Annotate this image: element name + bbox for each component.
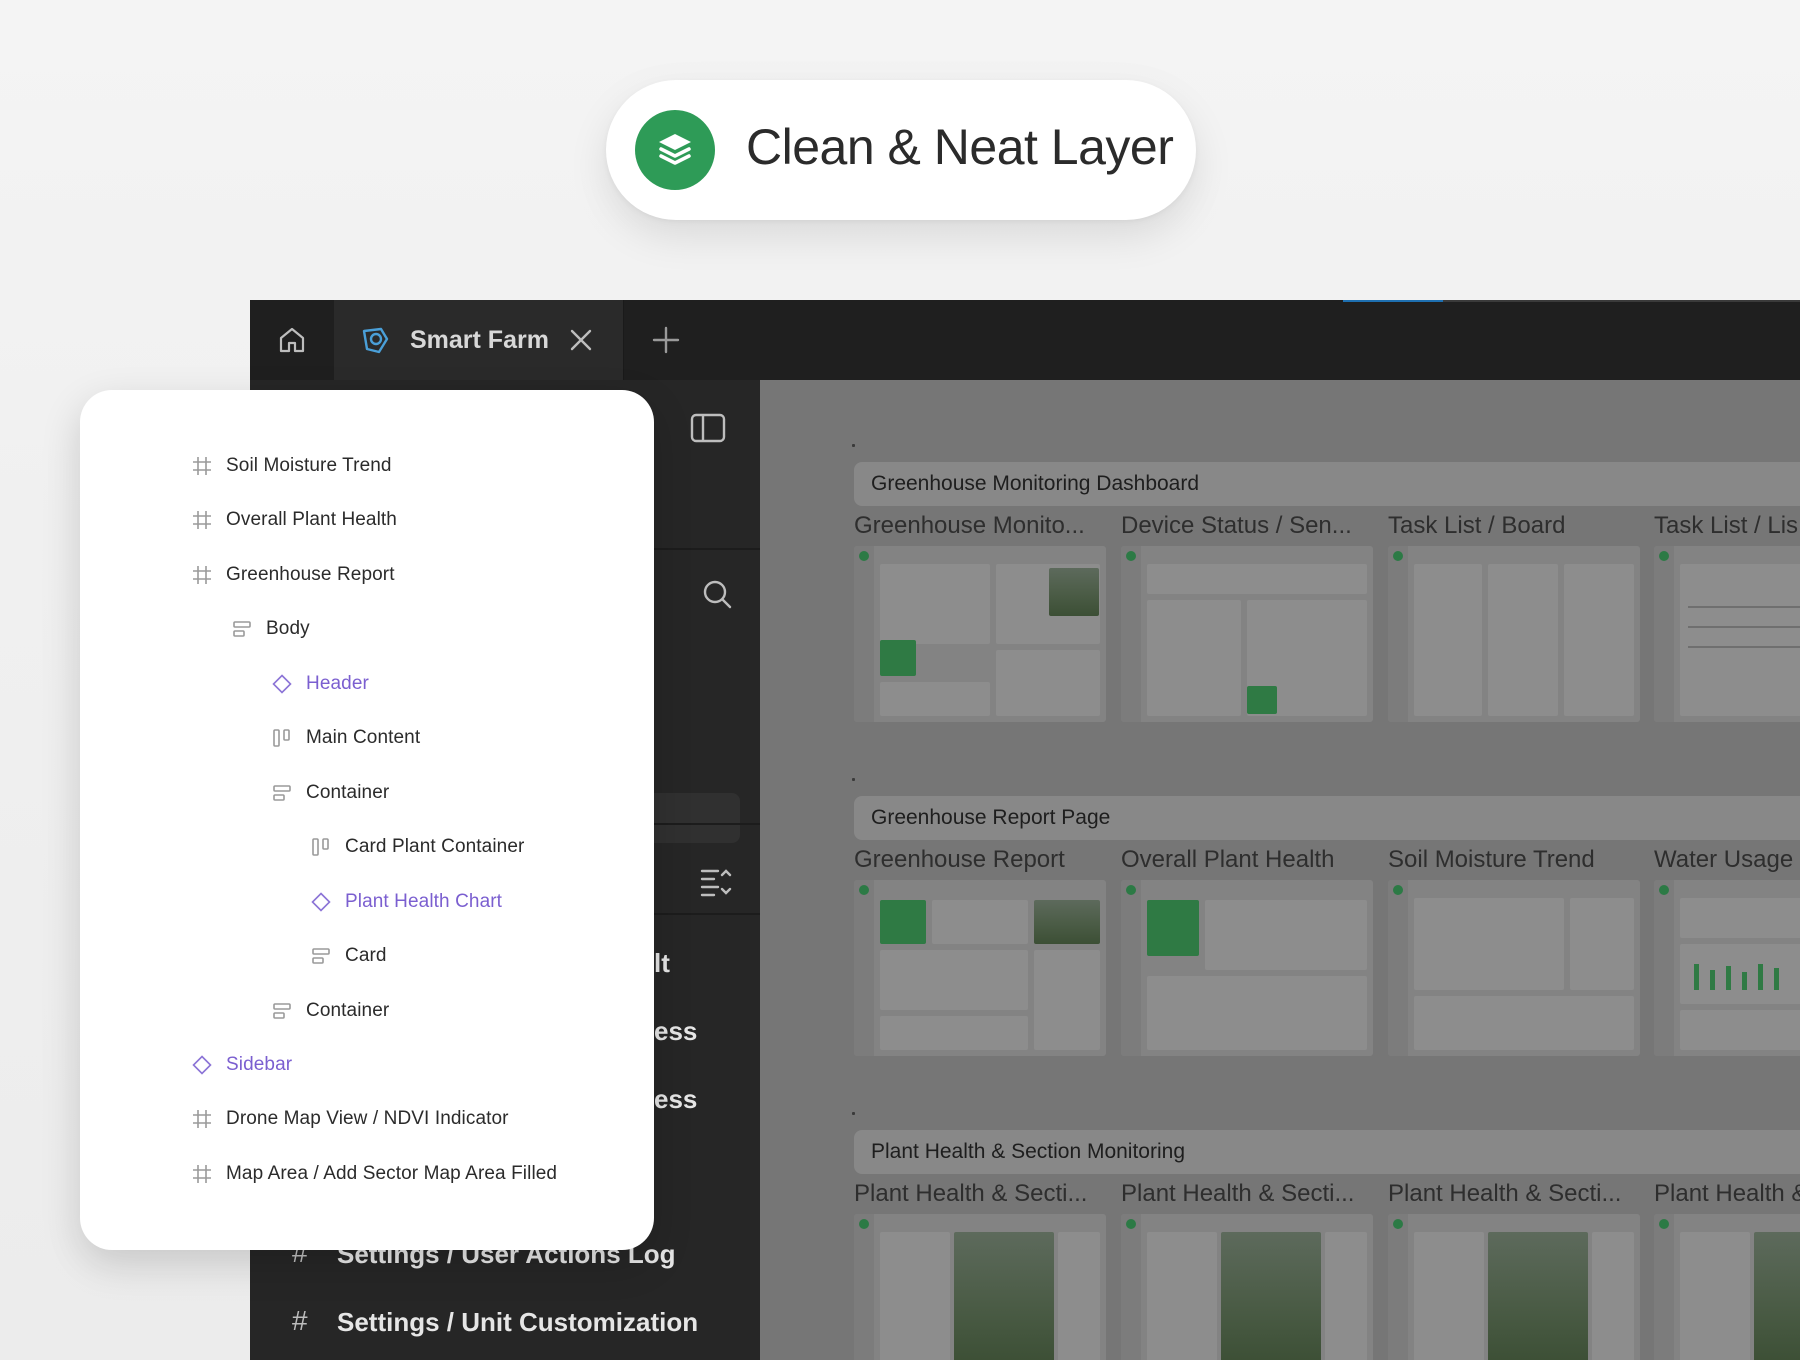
tab-label: Smart Farm	[410, 326, 549, 354]
close-icon[interactable]	[568, 327, 594, 353]
layer-greenhouse-report[interactable]: Greenhouse Report	[192, 558, 395, 592]
home-icon	[279, 327, 305, 353]
frame-label[interactable]: Greenhouse Monito...	[854, 512, 1104, 540]
frame-label[interactable]: Water Usage	[1654, 846, 1800, 874]
frame-thumbnail[interactable]	[854, 880, 1106, 1056]
layers-panel: Soil Moisture Trend Overall Plant Health…	[80, 390, 654, 1250]
frame-thumbnail[interactable]	[1388, 880, 1640, 1056]
frame-label[interactable]: Task List / Lis	[1654, 512, 1800, 540]
layer-label: Main Content	[306, 727, 421, 748]
frame-label[interactable]: Overall Plant Health	[1121, 846, 1371, 874]
page-row[interactable]: Settings / Unit Customization	[337, 1307, 698, 1338]
layer-container[interactable]: Container	[272, 776, 389, 810]
layer-drone-map-view[interactable]: Drone Map View / NDVI Indicator	[192, 1102, 509, 1136]
layer-plant-health-chart[interactable]: Plant Health Chart	[311, 885, 502, 919]
layer-label: Drone Map View / NDVI Indicator	[226, 1108, 509, 1129]
frame-label[interactable]: Task List / Board	[1388, 512, 1638, 540]
layer-overall-plant-health[interactable]: Overall Plant Health	[192, 503, 397, 537]
leaf-icon	[362, 327, 389, 354]
frame-label[interactable]: Soil Moisture Trend	[1388, 846, 1638, 874]
layer-label: Card Plant Container	[345, 836, 525, 857]
frame-icon	[193, 1110, 211, 1128]
section-header[interactable]: Greenhouse Monitoring Dashboard	[854, 462, 1800, 506]
layer-card[interactable]: Card	[311, 939, 387, 973]
layer-label: Card	[345, 945, 387, 966]
section-header[interactable]: Greenhouse Report Page	[854, 796, 1800, 840]
section-anchor	[852, 444, 855, 447]
layers-icon	[635, 110, 715, 190]
tab-smart-farm[interactable]: Smart Farm	[334, 300, 624, 380]
hash-icon: #	[292, 1305, 308, 1336]
component-icon	[272, 674, 292, 694]
layer-label: Sidebar	[226, 1054, 293, 1075]
frame-icon	[193, 511, 211, 529]
layer-sidebar[interactable]: Sidebar	[192, 1048, 292, 1082]
stack-layout-icon	[233, 621, 251, 637]
frame-icon	[193, 566, 211, 584]
frame-thumbnail[interactable]	[854, 546, 1106, 722]
layer-container[interactable]: Container	[272, 994, 389, 1028]
layer-label: Map Area / Add Sector Map Area Filled	[226, 1163, 558, 1184]
stack-layout-icon	[273, 1003, 291, 1019]
stack-layout-icon	[273, 785, 291, 801]
frame-icon	[193, 457, 211, 475]
layer-label: Header	[306, 673, 369, 694]
component-icon	[192, 1055, 212, 1075]
frame-thumbnail[interactable]	[1654, 546, 1800, 722]
feature-badge: Clean & Neat Layer	[606, 80, 1196, 220]
layer-header[interactable]: Header	[272, 667, 369, 701]
frame-thumbnail[interactable]	[1654, 880, 1800, 1056]
layer-main-content[interactable]: Main Content	[272, 721, 420, 755]
columns-layout-icon	[312, 838, 329, 856]
frame-icon	[193, 1165, 211, 1183]
tab-bar: Smart Farm	[250, 300, 1800, 380]
page-row-partial[interactable]: lt	[654, 948, 670, 979]
plus-icon[interactable]	[650, 324, 682, 356]
section-anchor	[852, 1112, 855, 1115]
component-icon	[311, 892, 331, 912]
frame-label[interactable]: Plant Health & Secti...	[1388, 1180, 1638, 1208]
sidebar-icon[interactable]	[690, 413, 726, 443]
tab-home[interactable]	[250, 300, 334, 380]
layer-body[interactable]: Body	[232, 612, 310, 646]
loading-progress	[1343, 300, 1800, 302]
frame-label[interactable]: Plant Health &	[1654, 1180, 1800, 1208]
layer-label: Overall Plant Health	[226, 509, 397, 530]
collapse-list-icon[interactable]	[700, 867, 732, 897]
page-row-partial[interactable]: ess	[654, 1084, 697, 1115]
frame-thumbnail[interactable]	[1654, 1214, 1800, 1360]
stack-layout-icon	[312, 948, 330, 964]
section-header[interactable]: Plant Health & Section Monitoring	[854, 1130, 1800, 1174]
frame-label[interactable]: Plant Health & Secti...	[1121, 1180, 1371, 1208]
section-anchor	[852, 778, 855, 781]
design-canvas[interactable]: Greenhouse Monitoring Dashboard Greenhou…	[760, 380, 1800, 1360]
layer-label: Greenhouse Report	[226, 564, 395, 585]
columns-layout-icon	[273, 729, 290, 747]
frame-thumbnail[interactable]	[1388, 1214, 1640, 1360]
layer-label: Container	[306, 782, 390, 803]
frame-thumbnail[interactable]	[1121, 880, 1373, 1056]
layer-label: Body	[266, 618, 310, 639]
frame-label[interactable]: Greenhouse Report	[854, 846, 1104, 874]
search-icon[interactable]	[701, 578, 733, 610]
frame-thumbnail[interactable]	[854, 1214, 1106, 1360]
frame-label[interactable]: Plant Health & Secti...	[854, 1180, 1104, 1208]
layer-label: Container	[306, 1000, 390, 1021]
badge-title: Clean & Neat Layer	[746, 119, 1174, 175]
layer-card-plant-container[interactable]: Card Plant Container	[311, 830, 524, 864]
page-row-partial[interactable]: ess	[654, 1016, 697, 1047]
frame-thumbnail[interactable]	[1121, 546, 1373, 722]
frame-thumbnail[interactable]	[1388, 546, 1640, 722]
layer-label: Soil Moisture Trend	[226, 455, 392, 476]
layer-soil-moisture-trend[interactable]: Soil Moisture Trend	[192, 449, 392, 483]
layer-label: Plant Health Chart	[345, 891, 503, 912]
frame-label[interactable]: Device Status / Sen...	[1121, 512, 1371, 540]
layer-map-area[interactable]: Map Area / Add Sector Map Area Filled	[192, 1157, 566, 1191]
frame-thumbnail[interactable]	[1121, 1214, 1373, 1360]
